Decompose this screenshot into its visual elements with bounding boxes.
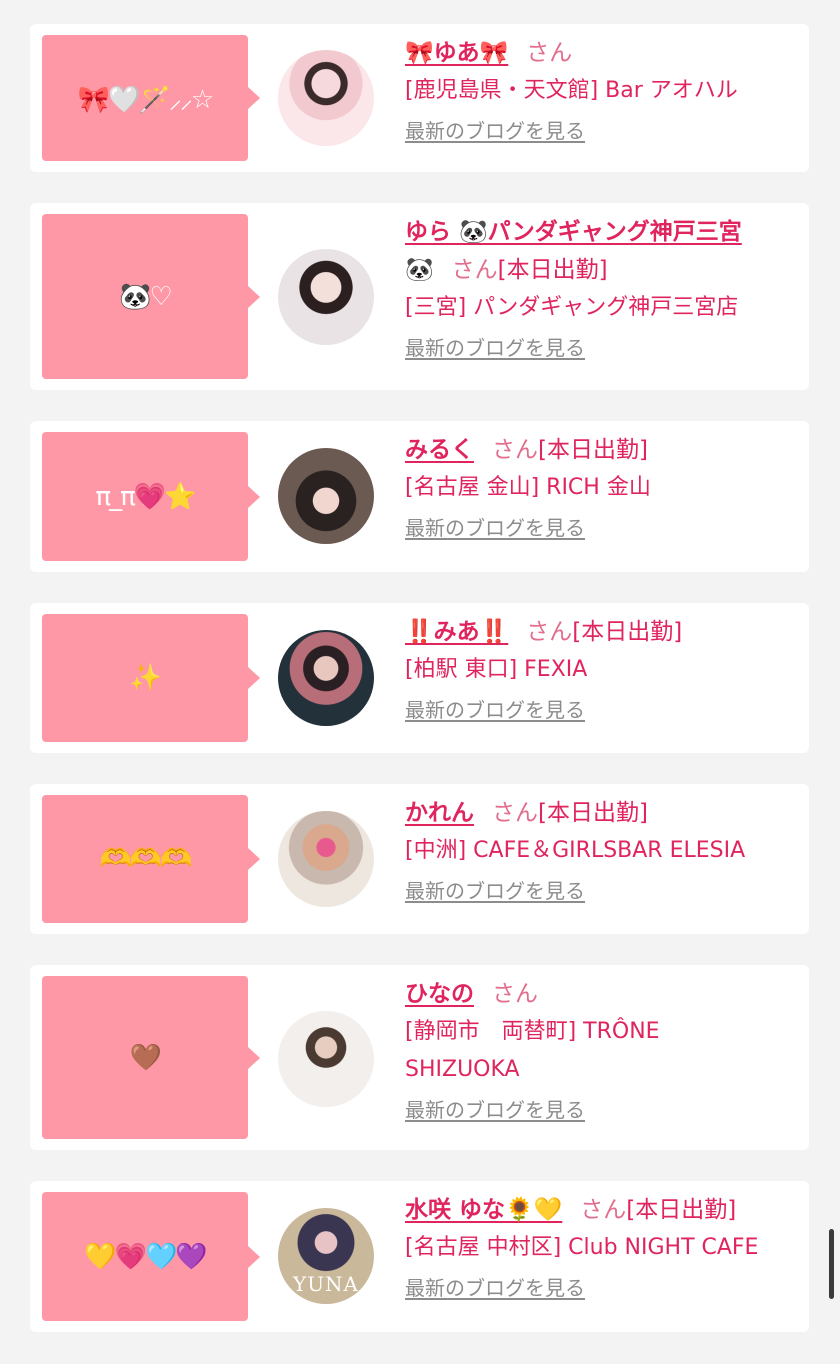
name-link[interactable]: 🎀ゆあ🎀 (405, 40, 508, 66)
avatar[interactable] (278, 50, 374, 146)
status-badge: [本日出勤] (538, 437, 648, 463)
name-link[interactable]: みるく (405, 437, 474, 463)
avatar[interactable]: YUNA (278, 1208, 374, 1304)
comment-bubble: π_π💗⭐ (42, 432, 260, 561)
list-item: 🎀🤍🪄⸝⸝☆ 🎀ゆあ🎀 さん [鹿児島県・天文館] Bar アオハル 最新のブログ… (30, 24, 809, 172)
status-badge: [本日出勤] (538, 800, 648, 826)
shop-text: [静岡市 両替町] TRÔNE SHIZUOKA (405, 1019, 660, 1082)
blog-link[interactable]: 最新のブログを見る (405, 1095, 585, 1125)
name-link[interactable]: ゆら 🐼パンダギャング神戸三宮 (405, 219, 742, 245)
honorific: さん (492, 981, 538, 1007)
honorific: さん (526, 619, 573, 645)
name-link[interactable]: かれん (405, 800, 474, 826)
name-link[interactable]: 水咲 ゆな🌻💛 (405, 1197, 562, 1223)
list-item: 🫶🫶🫶 かれん さん[本日出勤] [中洲] CAFE＆GIRLSBAR ELESI… (30, 784, 809, 934)
comment-bubble: 🤎 (42, 976, 260, 1139)
shop-text: [名古屋 中村区] Club NIGHT CAFE (405, 1235, 759, 1260)
comment-bubble: 🐼♡ (42, 214, 260, 379)
comment-bubble: 🫶🫶🫶 (42, 795, 260, 923)
list-item: 🐼♡ ゆら 🐼パンダギャング神戸三宮 🐼 さん[本日出勤] [三宮] パンダギャン… (30, 203, 809, 390)
status-badge: [本日出勤] (626, 1197, 737, 1223)
shop-text: [名古屋 金山] RICH 金山 (405, 475, 651, 500)
avatar[interactable] (278, 630, 374, 726)
name-link[interactable]: ‼️みあ‼️ (405, 619, 508, 645)
shop-text: [中洲] CAFE＆GIRLSBAR ELESIA (405, 838, 746, 863)
blog-link[interactable]: 最新のブログを見る (405, 876, 585, 906)
honorific: さん (492, 800, 538, 826)
avatar[interactable] (278, 249, 374, 345)
honorific: さん (451, 257, 498, 283)
avatar[interactable] (278, 1011, 374, 1107)
avatar[interactable] (278, 448, 374, 544)
honorific: さん (526, 40, 573, 66)
shop-text: [柏駅 東口] FEXIA (405, 657, 588, 682)
blog-link[interactable]: 最新のブログを見る (405, 333, 585, 363)
blog-link[interactable]: 最新のブログを見る (405, 695, 585, 725)
blog-link[interactable]: 最新のブログを見る (405, 116, 585, 146)
shop-text: [三宮] パンダギャング神戸三宮店 (405, 295, 739, 320)
comment-bubble: 🎀🤍🪄⸝⸝☆ (42, 35, 260, 161)
honorific: さん (492, 437, 538, 463)
list-item: ✨ ‼️みあ‼️ さん[本日出勤] [柏駅 東口] FEXIA 最新のブログを見る (30, 603, 809, 753)
profile-list: 🎀🤍🪄⸝⸝☆ 🎀ゆあ🎀 さん [鹿児島県・天文館] Bar アオハル 最新のブログ… (0, 0, 840, 1364)
honorific: さん (580, 1197, 627, 1223)
list-item: 🤎 ひなの さん [静岡市 両替町] TRÔNE SHIZUOKA 最新のブログを… (30, 965, 809, 1150)
blog-link[interactable]: 最新のブログを見る (405, 513, 585, 543)
list-item: π_π💗⭐ みるく さん[本日出勤] [名古屋 金山] RICH 金山 最新のブロ… (30, 421, 809, 572)
status-badge: [本日出勤] (497, 257, 608, 283)
list-item: 💛💗🩵💜 YUNA 水咲 ゆな🌻💛 さん[本日出勤] [名古屋 中村区] Club… (30, 1181, 809, 1332)
name-link[interactable]: ひなの (405, 981, 474, 1007)
name-emoji: 🐼 (405, 257, 434, 283)
avatar-caption: YUNA (292, 1272, 359, 1296)
blog-link[interactable]: 最新のブログを見る (405, 1273, 585, 1303)
status-badge: [本日出勤] (572, 619, 683, 645)
comment-bubble: ✨ (42, 614, 260, 742)
avatar[interactable] (278, 811, 374, 907)
scrollbar[interactable] (829, 1229, 834, 1299)
shop-text: [鹿児島県・天文館] Bar アオハル (405, 78, 738, 103)
comment-bubble: 💛💗🩵💜 (42, 1192, 260, 1321)
